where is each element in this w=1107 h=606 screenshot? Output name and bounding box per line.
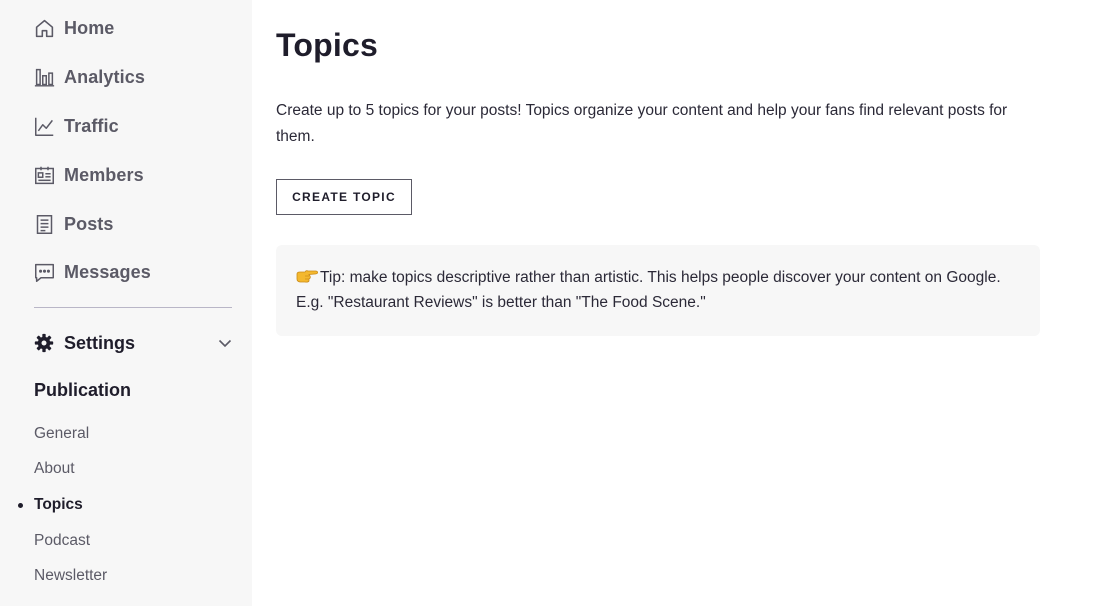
tip-box: Tip: make topics descriptive rather than… (276, 245, 1040, 336)
nav-label: Traffic (64, 115, 119, 136)
nav-item-analytics[interactable]: Analytics (33, 64, 145, 90)
sub-item-general[interactable]: General (34, 425, 89, 443)
gear-icon (33, 332, 55, 354)
chat-bubble-icon (33, 261, 55, 283)
sub-item-topics[interactable]: Topics (34, 496, 83, 514)
page-title: Topics (276, 27, 378, 63)
nav-item-home[interactable]: Home (33, 15, 114, 41)
nav-label: Messages (64, 261, 151, 282)
bar-chart-icon (33, 66, 55, 88)
home-icon (33, 17, 55, 39)
id-card-icon (33, 164, 55, 186)
app-root: Home Analytics Traffic Members Posts Mes… (0, 0, 1107, 606)
nav-label: Home (64, 17, 115, 38)
chevron-down-icon[interactable] (217, 335, 233, 351)
nav-item-posts[interactable]: Posts (33, 211, 114, 237)
sub-item-podcast[interactable]: Podcast (34, 532, 90, 550)
sub-item-newsletter[interactable]: Newsletter (34, 567, 107, 585)
settings-toggle[interactable]: Settings (33, 329, 233, 357)
line-chart-icon (33, 115, 55, 137)
tip-text: Tip: make topics descriptive rather than… (296, 269, 1001, 311)
active-indicator-dot (18, 503, 23, 508)
sidebar-divider (34, 307, 232, 308)
sub-item-about[interactable]: About (34, 460, 75, 478)
nav-label: Posts (64, 213, 114, 234)
settings-label: Settings (64, 332, 136, 353)
page-description: Create up to 5 topics for your posts! To… (276, 102, 1008, 145)
nav-item-members[interactable]: Members (33, 162, 144, 188)
sidebar: Home Analytics Traffic Members Posts Mes… (0, 0, 252, 606)
section-title-publication: Publication (34, 380, 132, 400)
tip-paragraph: Tip: make topics descriptive rather than… (296, 265, 1020, 315)
nav-item-messages[interactable]: Messages (33, 259, 151, 285)
document-icon (33, 213, 55, 235)
create-topic-button[interactable]: CREATE TOPIC (276, 179, 412, 215)
nav-item-traffic[interactable]: Traffic (33, 113, 119, 139)
nav-label: Analytics (64, 66, 145, 87)
pointing-hand-emoji-icon (296, 270, 318, 283)
nav-label: Members (64, 164, 144, 185)
